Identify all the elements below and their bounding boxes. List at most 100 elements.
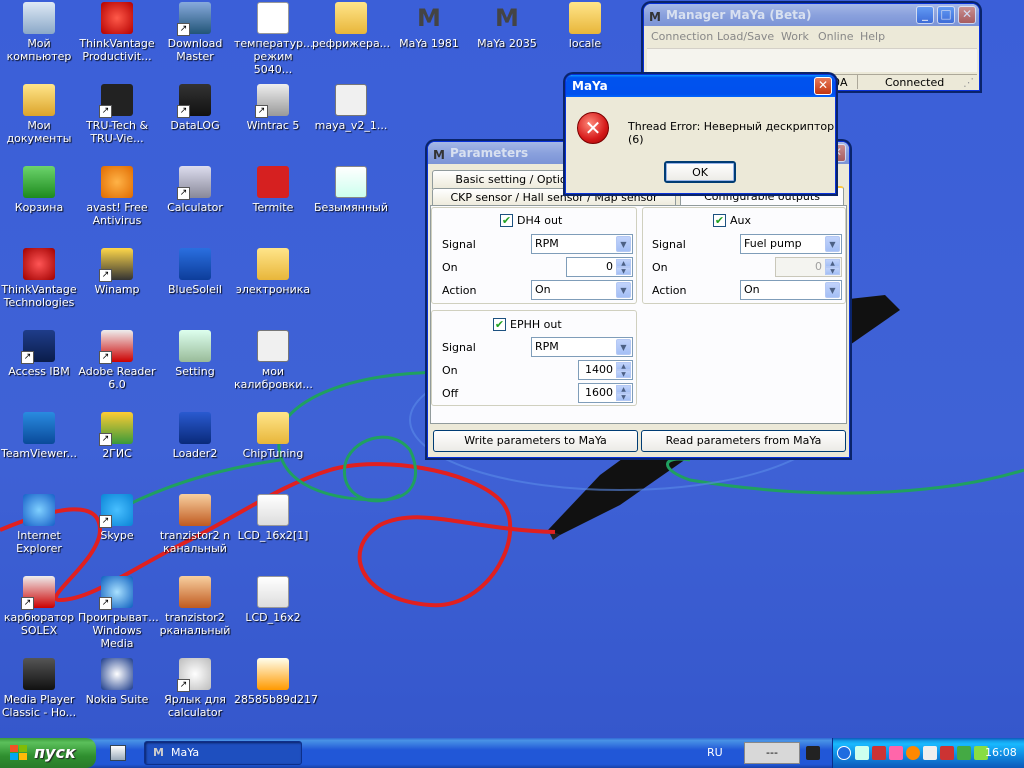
chevron-down-icon: ▼: [825, 282, 840, 298]
icon-skype[interactable]: Skype: [78, 494, 156, 542]
dh4-action-select[interactable]: On ▼: [531, 280, 633, 300]
spin-down-icon[interactable]: ▼: [616, 370, 631, 378]
icon-refrigerator-folder[interactable]: рефрижера...: [312, 2, 390, 50]
start-button[interactable]: пуск: [0, 738, 96, 768]
icon-bluesoleil[interactable]: BlueSoleil: [156, 248, 234, 296]
menu-online[interactable]: Online: [818, 28, 853, 46]
status-connection: Connected: [885, 76, 945, 89]
icon-untitled-paint[interactable]: Безымянный: [312, 166, 390, 214]
icon-my-documents[interactable]: Мои документы: [0, 84, 78, 145]
icon-lcd-16x2-1[interactable]: LCD_16x2[1]: [234, 494, 312, 542]
icon-adobe-reader[interactable]: Adobe Reader 6.0: [78, 330, 156, 391]
clock[interactable]: 16:08: [985, 746, 1017, 759]
tray-app-icon[interactable]: [872, 746, 886, 760]
menu-work[interactable]: Work: [781, 28, 809, 46]
icon-teamviewer[interactable]: TeamViewer...: [0, 412, 78, 460]
icon-2gis[interactable]: 2ГИС: [78, 412, 156, 460]
quick-launch-icon[interactable]: [110, 745, 126, 761]
icon-loader2[interactable]: Loader2: [156, 412, 234, 460]
tray-app-icon[interactable]: [957, 746, 971, 760]
tray-avast-icon[interactable]: [906, 746, 920, 760]
icon-chiptuning-folder[interactable]: ChipTuning: [234, 412, 312, 460]
spin-up-icon[interactable]: ▲: [616, 259, 631, 267]
icon-electronics-folder[interactable]: электроника: [234, 248, 312, 296]
ephh-checkbox[interactable]: ✔: [493, 318, 506, 331]
icon-access-ibm[interactable]: Access IBM: [0, 330, 78, 378]
spin-down-icon[interactable]: ▼: [616, 267, 631, 275]
dh4-checkbox[interactable]: ✔: [500, 214, 513, 227]
error-titlebar[interactable]: MaYa ✕: [566, 75, 835, 97]
icon-label: Безымянный: [314, 201, 388, 214]
icon-archive-28585[interactable]: 28585b89d217: [234, 658, 318, 706]
tray-app-icon[interactable]: [923, 746, 937, 760]
tray-network-icon[interactable]: [855, 746, 869, 760]
plug-icon[interactable]: [806, 746, 820, 760]
icon-solex-pdf[interactable]: карбюратор SOLEX: [0, 576, 78, 637]
tray-app-icon[interactable]: [889, 746, 903, 760]
dh4-signal-select[interactable]: RPM ▼: [531, 234, 633, 254]
icon-label: Проигрыват... Windows Media: [78, 611, 159, 650]
aux-signal-select[interactable]: Fuel pump ▼: [740, 234, 842, 254]
icon-my-computer[interactable]: Мой компьютер: [0, 2, 78, 63]
icon-calculator[interactable]: Calculator: [156, 166, 234, 214]
ephh-signal-select[interactable]: RPM ▼: [531, 337, 633, 357]
icon-thinkvantage-technologies[interactable]: ThinkVantage Technologies: [0, 248, 78, 309]
chevron-down-icon: ▼: [616, 339, 631, 355]
icon-wintrac[interactable]: Wintrac 5: [234, 84, 312, 132]
write-parameters-button[interactable]: Write parameters to MaYa: [433, 430, 638, 452]
aux-checkbox[interactable]: ✔: [713, 214, 726, 227]
icon-internet-explorer[interactable]: Internet Explorer: [0, 494, 78, 555]
icon-my-calibrations[interactable]: мои калибровки...: [234, 330, 313, 391]
icon-termite[interactable]: Termite: [234, 166, 312, 214]
maximize-button[interactable]: □: [937, 6, 955, 24]
icon-avast[interactable]: avast! Free Antivirus: [78, 166, 156, 227]
manager-titlebar[interactable]: M Manager MaYa (Beta) _ □ ✕: [644, 4, 979, 26]
icon-calculator-shortcut[interactable]: Ярлык для calculator: [156, 658, 234, 719]
close-button[interactable]: ✕: [958, 6, 976, 24]
menu-help[interactable]: Help: [860, 28, 885, 46]
icon-maya-2035[interactable]: MaYa 2035: [468, 2, 546, 50]
task-button-maya[interactable]: M MaYa: [144, 741, 302, 765]
dh4-on-spinner[interactable]: 0 ▲ ▼: [566, 257, 633, 277]
icon-label: MaYa 1981: [399, 37, 459, 50]
aux-action-select[interactable]: On ▼: [740, 280, 842, 300]
tray-app-icon[interactable]: [940, 746, 954, 760]
resize-grip-icon[interactable]: ⋰: [963, 75, 974, 91]
icon-winamp[interactable]: Winamp: [78, 248, 156, 296]
error-message: Thread Error: Неверный дескриптор (6): [628, 120, 835, 146]
icon-tru-tech[interactable]: TRU-Tech & TRU-Vie...: [78, 84, 156, 145]
icon-nokia-suite[interactable]: Nokia Suite: [78, 658, 156, 706]
tray-expand-icon[interactable]: [837, 746, 851, 760]
minimize-button[interactable]: _: [916, 6, 934, 24]
language-indicator[interactable]: RU: [707, 746, 723, 759]
icon-maya-v2[interactable]: maya_v2_1...: [312, 84, 390, 132]
icon-lcd-16x2[interactable]: LCD_16x2: [234, 576, 312, 624]
ephh-on-spinner[interactable]: 1400 ▲ ▼: [578, 360, 633, 380]
icon-recycle-bin[interactable]: Корзина: [0, 166, 78, 214]
ephh-off-spinner[interactable]: 1600 ▲ ▼: [578, 383, 633, 403]
icon-maya-1981[interactable]: MaYa 1981: [390, 2, 468, 50]
close-button[interactable]: ✕: [814, 77, 832, 95]
status-box[interactable]: ---: [744, 742, 800, 764]
ok-button[interactable]: OK: [664, 161, 736, 183]
spin-up-icon[interactable]: ▲: [616, 385, 631, 393]
icon-temperature-doc[interactable]: температур... режим 5040...: [234, 2, 314, 76]
icon-media-player-classic[interactable]: Media Player Classic - Ho...: [0, 658, 78, 719]
icon-tranzistor-p[interactable]: tranzistor2 рканальный: [156, 576, 234, 637]
ephh-off-label: Off: [442, 387, 459, 400]
icon-tranzistor-n[interactable]: tranzistor2 n канальный: [156, 494, 234, 555]
icon-locale-folder[interactable]: locale: [546, 2, 624, 50]
error-title: MaYa: [572, 79, 608, 93]
menu-connection[interactable]: Connection: [651, 28, 713, 46]
icon-download-master[interactable]: Download Master: [156, 2, 234, 63]
aux-on-label: On: [652, 261, 668, 274]
icon-windows-media-player[interactable]: Проигрыват... Windows Media: [78, 576, 159, 650]
icon-thinkvantage-productivity[interactable]: ThinkVantage Productivit...: [78, 2, 156, 63]
aux-group: ✔ Aux Signal Fuel pump ▼ On 0 ▲ ▼ Action On…: [642, 207, 846, 304]
read-parameters-button[interactable]: Read parameters from MaYa: [641, 430, 846, 452]
menu-load-save[interactable]: Load/Save: [717, 28, 774, 46]
spin-down-icon[interactable]: ▼: [616, 393, 631, 401]
spin-up-icon[interactable]: ▲: [616, 362, 631, 370]
icon-datalog[interactable]: DataLOG: [156, 84, 234, 132]
icon-setting[interactable]: Setting: [156, 330, 234, 378]
